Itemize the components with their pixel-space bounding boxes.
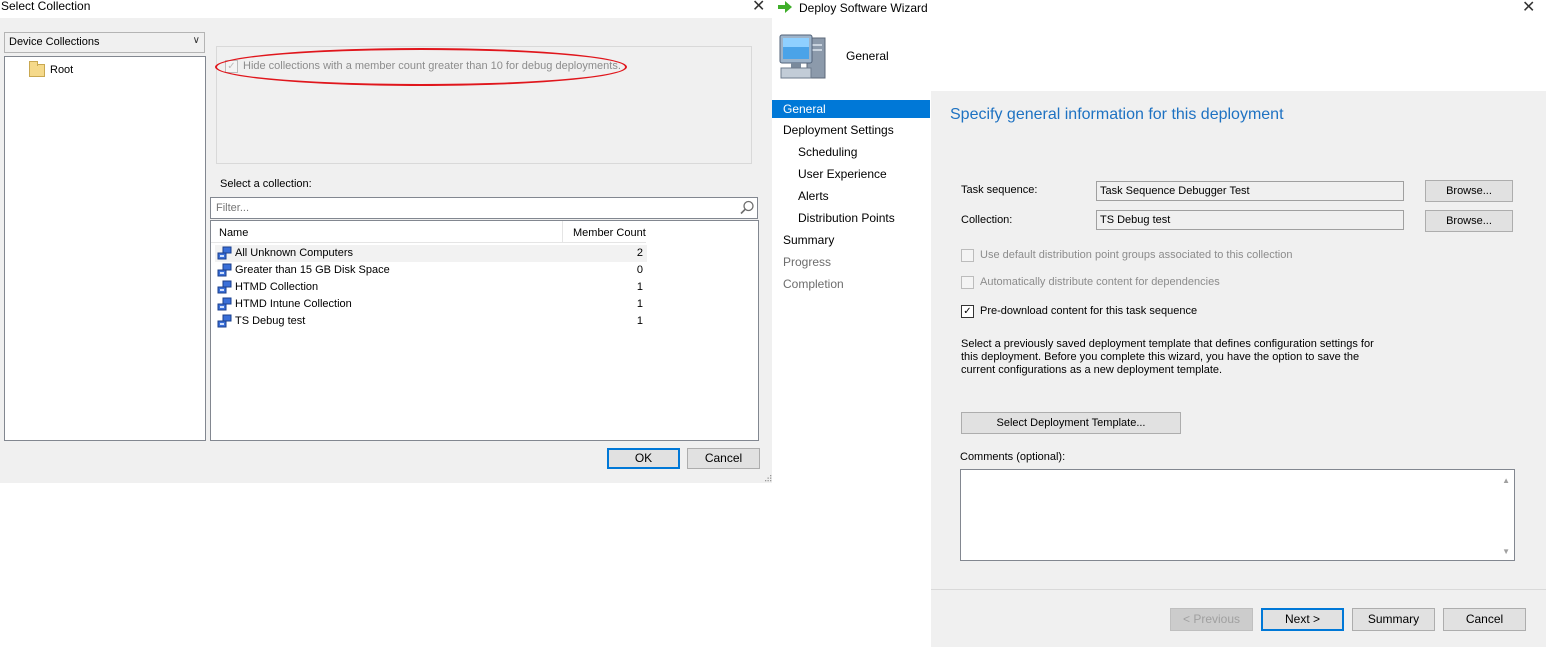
collection-type-dropdown[interactable]: Device Collections ∨ <box>4 32 205 53</box>
page-title: Specify general information for this dep… <box>950 106 1284 123</box>
nav-item-distribution-points[interactable]: Distribution Points <box>798 210 895 228</box>
computer-icon <box>779 34 826 79</box>
row-count: 1 <box>636 281 643 293</box>
row-name: Greater than 15 GB Disk Space <box>235 264 390 276</box>
next-button[interactable]: Next > <box>1261 608 1344 631</box>
scroll-down-icon[interactable]: ▼ <box>1502 547 1510 556</box>
nav-item-progress: Progress <box>783 255 832 269</box>
chevron-down-icon: ∨ <box>192 35 200 46</box>
select-deployment-template-button[interactable]: Select Deployment Template... <box>961 412 1181 434</box>
folder-icon <box>29 61 45 77</box>
collection-list: Name Member Count All Unknown Computers … <box>210 220 759 441</box>
previous-button: < Previous <box>1170 608 1253 631</box>
row-name: All Unknown Computers <box>235 247 353 259</box>
search-icon[interactable] <box>738 199 756 217</box>
collection-type-value: Device Collections <box>9 36 100 48</box>
table-row[interactable]: HTMD Intune Collection 1 <box>215 296 647 313</box>
column-header-name[interactable]: Name <box>219 227 248 239</box>
column-separator <box>562 221 563 243</box>
nav-item-scheduling[interactable]: Scheduling <box>798 144 857 162</box>
collection-icon <box>217 246 232 260</box>
list-header: Name Member Count <box>211 221 646 243</box>
nav-item-user-experience[interactable]: User Experience <box>798 166 887 184</box>
browse-task-sequence-button[interactable]: Browse... <box>1425 180 1513 202</box>
column-header-member-count[interactable]: Member Count <box>573 227 646 239</box>
table-row[interactable]: HTMD Collection 1 <box>215 279 647 296</box>
collection-icon <box>217 280 232 294</box>
row-name: HTMD Intune Collection <box>235 298 352 310</box>
browse-collection-button[interactable]: Browse... <box>1425 210 1513 232</box>
select-collection-label: Select a collection: <box>220 178 312 190</box>
ok-button[interactable]: OK <box>607 448 680 469</box>
auto-distribute-label: Automatically distribute content for dep… <box>980 276 1220 288</box>
row-name: TS Debug test <box>235 315 306 327</box>
auto-distribute-checkbox <box>961 276 974 289</box>
table-row[interactable]: All Unknown Computers 2 <box>215 245 647 262</box>
task-sequence-label: Task sequence: <box>961 184 1038 196</box>
wizard-content: Specify general information for this dep… <box>931 91 1546 647</box>
collection-icon <box>217 297 232 311</box>
row-count: 1 <box>636 298 643 310</box>
nav-item-summary[interactable]: Summary <box>783 232 834 250</box>
predownload-checkbox[interactable]: ✓ <box>961 305 974 318</box>
resize-grip-icon[interactable] <box>764 474 772 482</box>
nav-item-deployment-settings[interactable]: Deployment Settings <box>783 122 894 140</box>
collection-icon <box>217 314 232 328</box>
collection-tree: Root <box>4 56 206 441</box>
scroll-up-icon[interactable]: ▲ <box>1502 476 1510 485</box>
comments-textarea[interactable]: ▲ ▼ <box>960 469 1515 561</box>
row-name: HTMD Collection <box>235 281 319 293</box>
select-collection-dialog: Select Collection ✕ Device Collections ∨… <box>0 0 772 647</box>
cancel-wizard-button[interactable]: Cancel <box>1443 608 1526 631</box>
collection-field[interactable]: TS Debug test <box>1096 210 1404 230</box>
nav-item-completion: Completion <box>783 277 844 291</box>
footer-divider <box>931 589 1546 590</box>
highlight-ellipse <box>215 48 627 86</box>
predownload-label: Pre-download content for this task seque… <box>980 305 1198 317</box>
row-count: 0 <box>636 264 643 276</box>
filter-input[interactable] <box>210 197 758 219</box>
deploy-software-wizard: Deploy Software Wizard ✕ General General… <box>772 0 1546 647</box>
use-default-dp-checkbox <box>961 249 974 262</box>
wizard-page-header: General <box>846 49 889 63</box>
table-row[interactable]: TS Debug test 1 <box>215 313 647 330</box>
collection-label: Collection: <box>961 214 1013 226</box>
use-default-dp-label: Use default distribution point groups as… <box>980 249 1293 261</box>
row-count: 1 <box>636 315 643 327</box>
table-row[interactable]: Greater than 15 GB Disk Space 0 <box>215 262 647 279</box>
row-count: 2 <box>636 247 643 259</box>
template-description: Select a previously saved deployment tem… <box>961 338 1374 376</box>
wizard-title: Deploy Software Wizard <box>799 1 928 15</box>
comments-label: Comments (optional): <box>960 451 1066 463</box>
summary-button[interactable]: Summary <box>1352 608 1435 631</box>
close-icon[interactable]: ✕ <box>1522 0 1535 17</box>
dialog-title: Select Collection <box>1 0 91 13</box>
collection-icon <box>217 263 232 277</box>
wizard-arrow-icon <box>778 1 792 13</box>
nav-item-general[interactable]: General <box>772 100 930 118</box>
cancel-button[interactable]: Cancel <box>687 448 760 469</box>
task-sequence-field[interactable]: Task Sequence Debugger Test <box>1096 181 1404 201</box>
tree-item-root[interactable]: Root <box>50 64 73 76</box>
nav-item-alerts[interactable]: Alerts <box>798 188 829 206</box>
close-icon[interactable]: ✕ <box>752 0 765 16</box>
